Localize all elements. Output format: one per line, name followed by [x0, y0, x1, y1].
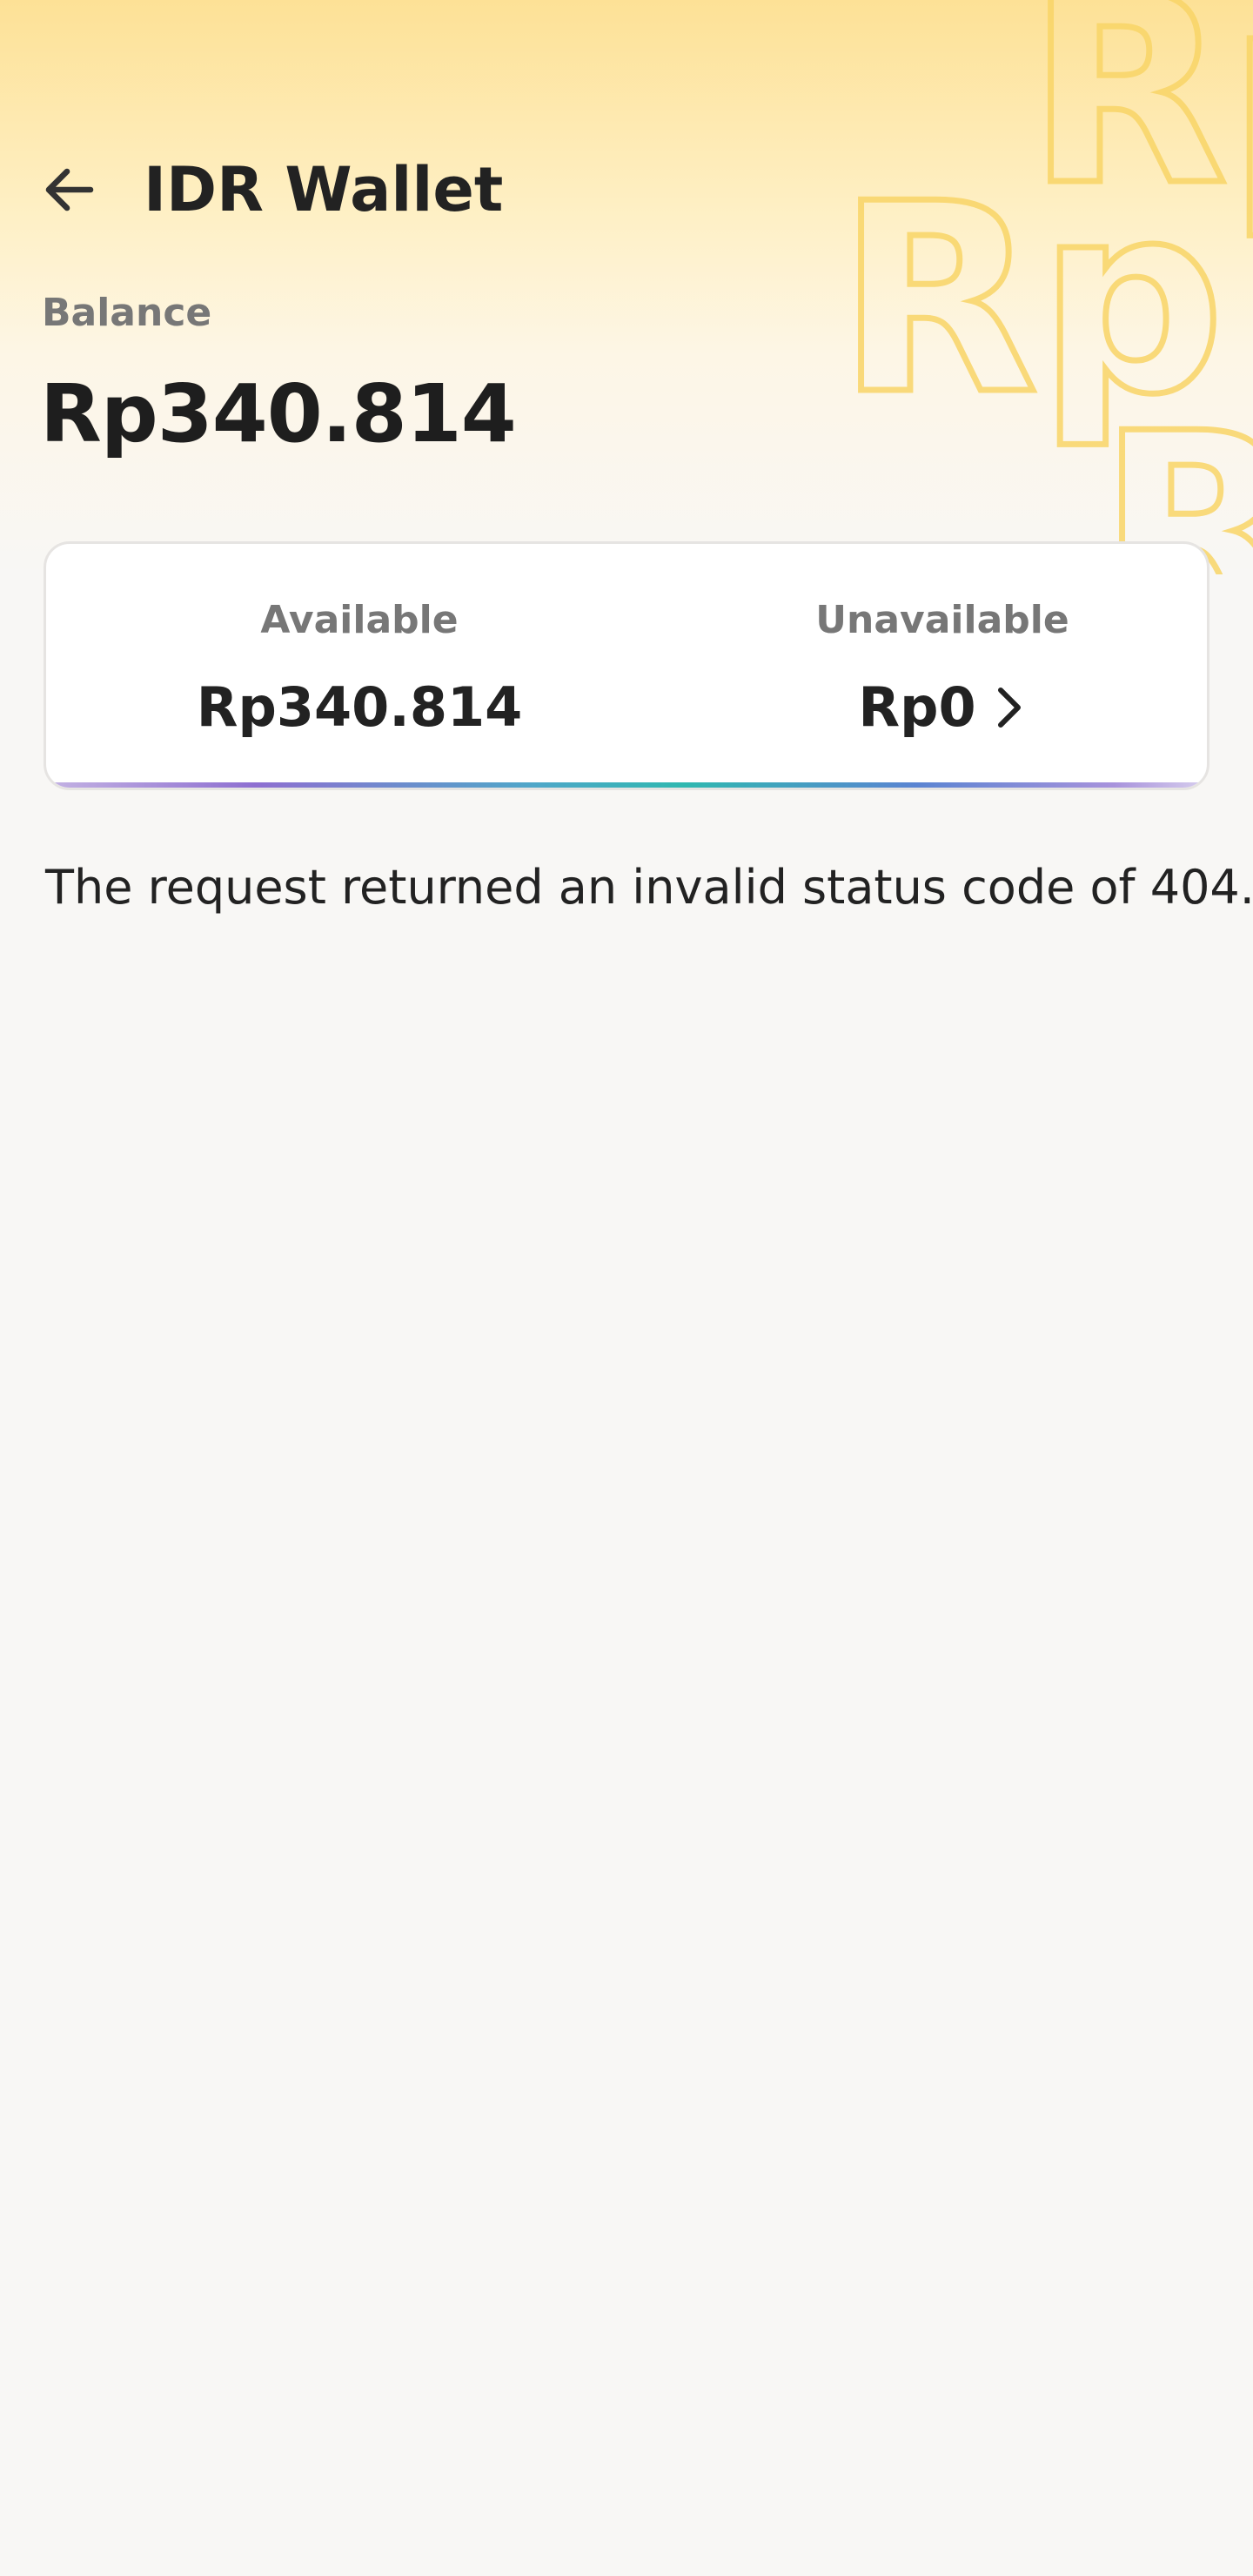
available-balance: Available Rp340.814	[46, 544, 673, 788]
card-accent-bar	[46, 782, 1207, 788]
page-title: IDR Wallet	[144, 154, 504, 225]
balance-summary-card: Available Rp340.814 Unavailable Rp0	[44, 541, 1209, 790]
arrow-left-icon	[45, 168, 94, 211]
error-message: The request returned an invalid status c…	[45, 860, 1253, 915]
back-button[interactable]	[31, 151, 108, 228]
chevron-right-icon	[997, 688, 1021, 728]
unavailable-balance: Unavailable Rp0	[673, 544, 1207, 788]
balance-value: Rp340.814	[40, 367, 517, 460]
available-value: Rp340.814	[196, 675, 523, 739]
unavailable-value-row: Rp0	[673, 673, 1207, 742]
unavailable-details-link[interactable]: Rp0	[858, 673, 1026, 742]
unavailable-value: Rp0	[858, 675, 976, 739]
app-header: IDR Wallet	[0, 139, 1253, 235]
available-label: Available	[260, 598, 459, 642]
unavailable-label: Unavailable	[815, 598, 1069, 642]
balance-label: Balance	[42, 291, 212, 335]
